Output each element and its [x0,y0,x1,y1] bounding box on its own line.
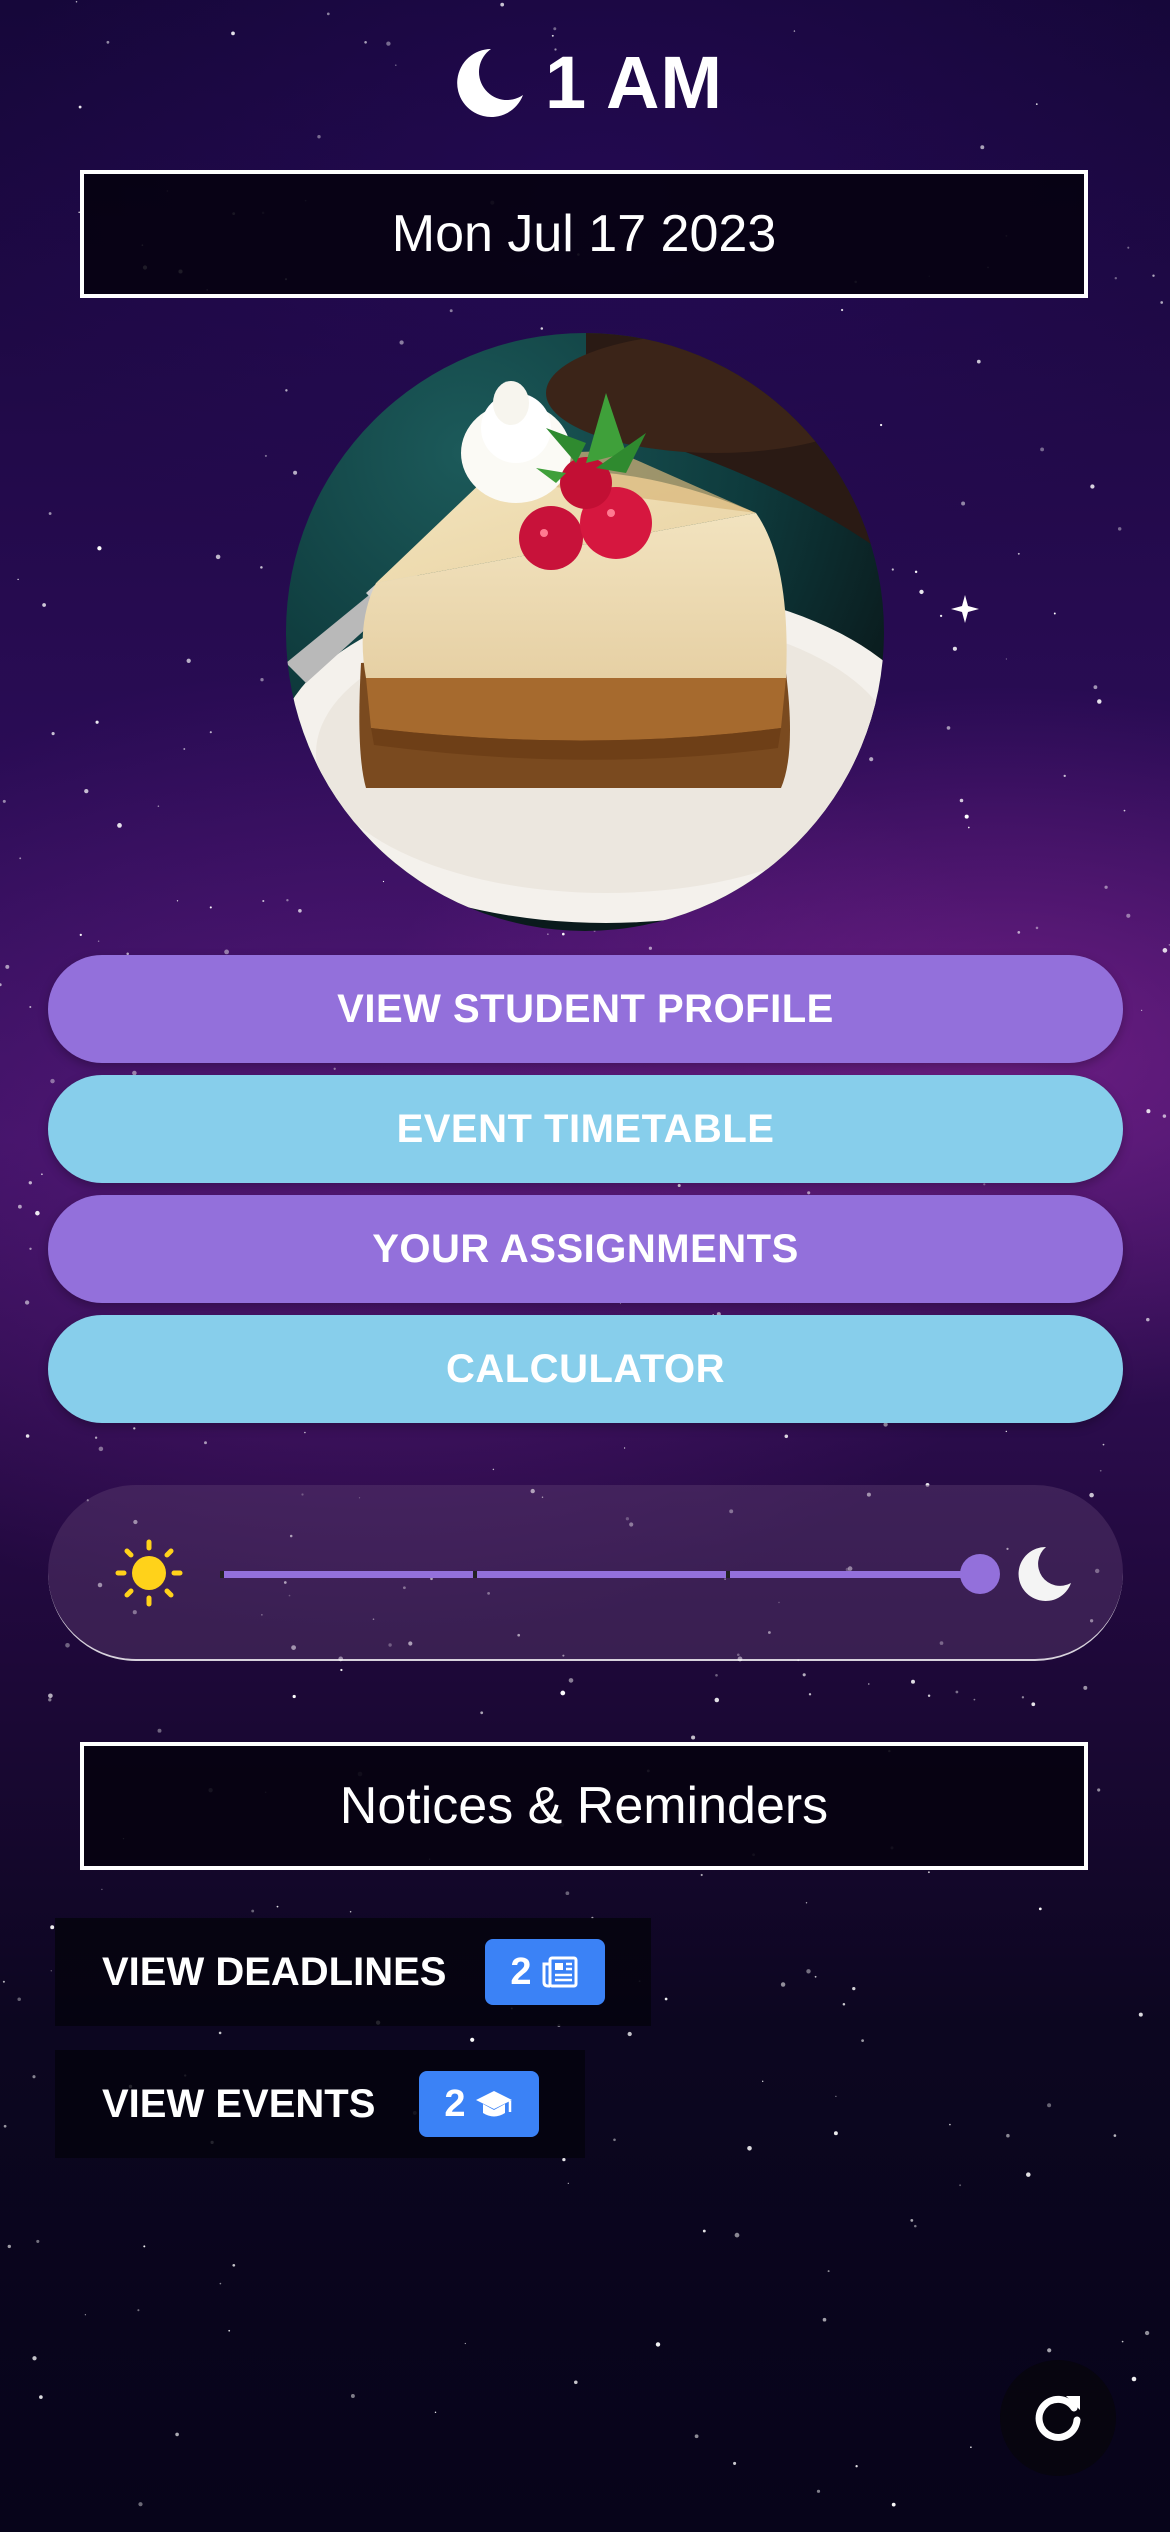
theme-slider-track[interactable] [220,1554,1000,1594]
view-deadlines-button[interactable]: VIEW DEADLINES 2 [55,1918,651,2026]
moon-icon [1018,1546,1071,1601]
refresh-icon [1035,2395,1081,2441]
slider-tick [726,1571,730,1578]
date-display: Mon Jul 17 2023 [80,170,1088,298]
moon-icon [457,48,523,117]
slider-tick [473,1571,477,1578]
your-assignments-button[interactable]: YOUR ASSIGNMENTS [48,1195,1123,1303]
events-count: 2 [444,2082,466,2125]
notices-title: Notices & Reminders [80,1742,1088,1870]
deadlines-badge: 2 [485,1939,605,2005]
refresh-button[interactable] [1000,2360,1116,2476]
time-header: 1 AM [0,40,1170,125]
time-label: 1 AM [544,41,724,124]
view-events-button[interactable]: VIEW EVENTS 2 [55,2050,585,2158]
view-student-profile-button[interactable]: VIEW STUDENT PROFILE [48,955,1123,1063]
theme-slider-thumb[interactable] [960,1554,1000,1594]
deadlines-count: 2 [510,1950,532,1993]
view-events-label: VIEW EVENTS [102,2081,376,2126]
newspaper-icon [542,1956,578,1988]
sun-icon [115,1539,183,1607]
view-deadlines-label: VIEW DEADLINES [102,1949,447,1994]
events-badge: 2 [419,2071,539,2137]
theme-slider-panel [48,1485,1123,1661]
event-timetable-button[interactable]: EVENT TIMETABLE [48,1075,1123,1183]
slider-tick [220,1571,224,1578]
graduation-cap-icon [475,2091,512,2117]
calculator-button[interactable]: CALCULATOR [48,1315,1123,1423]
cheesecake-photo [286,333,884,931]
